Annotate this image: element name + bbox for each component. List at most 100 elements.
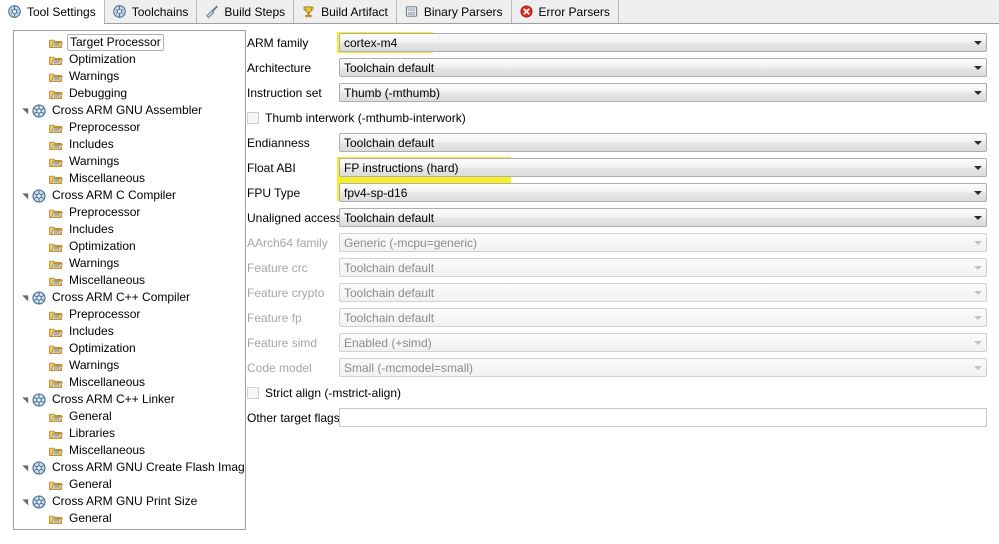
tree-item-includes[interactable]: Includes: [14, 136, 245, 153]
chevron-down-icon[interactable]: [969, 159, 986, 176]
settings-page-icon: [49, 481, 63, 490]
toolchains-icon: [112, 5, 126, 18]
form-row-aarch64-family: AArch64 family Generic (-mcpu=generic): [247, 230, 987, 255]
dropdown-architecture[interactable]: Toolchain default: [339, 58, 987, 77]
tree-item-label: Cross ARM GNU Print Size: [52, 494, 198, 508]
tab-toolchains[interactable]: Toolchains: [104, 0, 198, 23]
tree-item-miscellaneous[interactable]: Miscellaneous: [14, 442, 245, 459]
field-label-feature-crc: Feature crc: [247, 260, 308, 275]
tree-item-label: Includes: [69, 222, 114, 236]
dropdown-value: Thumb (-mthumb): [344, 85, 441, 100]
tree-item-miscellaneous[interactable]: Miscellaneous: [14, 272, 245, 289]
dropdown-endianness[interactable]: Toolchain default: [339, 133, 987, 152]
tree-item-general[interactable]: General: [14, 408, 245, 425]
checkbox-row-strict-align[interactable]: Strict align (-mstrict-align): [247, 380, 987, 405]
expand-arrow-icon[interactable]: [20, 187, 31, 204]
dropdown-value: Generic (-mcpu=generic): [344, 235, 478, 250]
toolchain-icon: [32, 103, 46, 118]
form-row-architecture: Architecture Toolchain default: [247, 55, 987, 80]
tab-label: Binary Parsers: [423, 4, 503, 19]
tab-label: Build Steps: [224, 4, 286, 19]
tree-item-cross-arm-c-linker[interactable]: Cross ARM C++ Linker: [14, 391, 245, 408]
chevron-down-icon[interactable]: [969, 209, 986, 226]
dropdown-instruction-set[interactable]: Thumb (-mthumb): [339, 83, 987, 102]
tree-item-includes[interactable]: Includes: [14, 221, 245, 238]
tree-item-warnings[interactable]: Warnings: [14, 357, 245, 374]
tree-item-target-processor[interactable]: Target Processor: [14, 33, 245, 51]
tree-item-warnings[interactable]: Warnings: [14, 255, 245, 272]
tree-item-miscellaneous[interactable]: Miscellaneous: [14, 170, 245, 187]
tree-item-warnings[interactable]: Warnings: [14, 153, 245, 170]
tree-item-preprocessor[interactable]: Preprocessor: [14, 204, 245, 221]
field-label-instruction-set: Instruction set: [247, 85, 322, 100]
dropdown-value: Toolchain default: [344, 260, 435, 275]
tree-item-libraries[interactable]: Libraries: [14, 425, 245, 442]
chevron-down-icon[interactable]: [969, 184, 986, 201]
chevron-down-icon: [969, 359, 986, 376]
settings-page-icon: [49, 515, 63, 524]
chevron-down-icon[interactable]: [969, 84, 986, 101]
tree-item-preprocessor[interactable]: Preprocessor: [14, 306, 245, 323]
dropdown-value: Toolchain default: [344, 310, 435, 325]
tree-item-debugging[interactable]: Debugging: [14, 85, 245, 102]
toolchain-icon: [32, 392, 46, 407]
chevron-down-icon[interactable]: [969, 59, 986, 76]
text-input-other-target-flags[interactable]: [339, 408, 987, 427]
settings-page-icon: [49, 345, 63, 354]
expand-arrow-icon[interactable]: [20, 459, 31, 476]
tree-item-warnings[interactable]: Warnings: [14, 68, 245, 85]
form-row-code-model: Code model Small (-mcmodel=small): [247, 355, 987, 380]
tree-item-cross-arm-gnu-print-size[interactable]: Cross ARM GNU Print Size: [14, 493, 245, 510]
tree-item-general[interactable]: General: [14, 510, 245, 527]
expand-arrow-icon[interactable]: [20, 289, 31, 306]
settings-tree[interactable]: Target Processor Optimization Warnings Debu…: [14, 31, 245, 527]
dropdown-arm-family[interactable]: cortex-m4: [339, 33, 987, 52]
tree-item-label: Warnings: [69, 154, 120, 168]
expand-arrow-icon[interactable]: [20, 102, 31, 119]
dropdown-unaligned-access[interactable]: Toolchain default: [339, 208, 987, 227]
expand-arrow-icon[interactable]: [20, 493, 31, 510]
tab-label: Build Artifact: [321, 4, 388, 19]
tree-item-cross-arm-c-compiler[interactable]: Cross ARM C++ Compiler: [14, 289, 245, 306]
field-control-float-abi: FP instructions (hard): [339, 158, 987, 177]
settings-page-icon: [49, 413, 63, 422]
error-parsers-icon: [519, 5, 533, 18]
dropdown-float-abi[interactable]: FP instructions (hard): [339, 158, 987, 177]
form-row-float-abi: Float ABI FP instructions (hard): [247, 155, 987, 180]
tab-binary-parsers[interactable]: 010 Binary Parsers: [396, 0, 512, 23]
tree-item-cross-arm-gnu-create-flash-image[interactable]: Cross ARM GNU Create Flash Image: [14, 459, 245, 476]
dropdown-fpu-type[interactable]: fpv4-sp-d16: [339, 183, 987, 202]
checkbox-thumb-interwork[interactable]: [247, 111, 259, 124]
tree-item-cross-arm-c-compiler[interactable]: Cross ARM C Compiler: [14, 187, 245, 204]
dropdown-value: cortex-m4: [344, 35, 398, 50]
tree-item-optimization[interactable]: Optimization: [14, 340, 245, 357]
chevron-down-icon: [969, 284, 986, 301]
dropdown-value: Enabled (+simd): [344, 335, 432, 350]
tree-item-label: Miscellaneous: [69, 171, 146, 185]
chevron-down-icon: [969, 334, 986, 351]
tab-build-artifact[interactable]: Build Artifact: [294, 0, 397, 23]
checkbox-strict-align[interactable]: [247, 386, 259, 399]
toolchain-icon: [32, 460, 46, 475]
dropdown-feature-simd: Enabled (+simd): [339, 333, 987, 352]
chevron-down-icon[interactable]: [969, 134, 986, 151]
tree-item-optimization[interactable]: Optimization: [14, 238, 245, 255]
checkbox-row-thumb-interwork[interactable]: Thumb interwork (-mthumb-interwork): [247, 105, 987, 130]
tree-item-optimization[interactable]: Optimization: [14, 51, 245, 68]
settings-page-icon: [49, 362, 63, 371]
tab-error-parsers[interactable]: Error Parsers: [511, 0, 619, 23]
tree-item-general[interactable]: General: [14, 476, 245, 493]
tree-item-miscellaneous[interactable]: Miscellaneous: [14, 374, 245, 391]
tab-tool-settings[interactable]: Tool Settings: [0, 0, 105, 24]
tree-item-cross-arm-gnu-assembler[interactable]: Cross ARM GNU Assembler: [14, 102, 245, 119]
settings-tree-panel[interactable]: Target Processor Optimization Warnings Debu…: [13, 30, 246, 530]
field-control-other-target-flags: [339, 408, 987, 427]
tree-item-includes[interactable]: Includes: [14, 323, 245, 340]
tree-item-preprocessor[interactable]: Preprocessor: [14, 119, 245, 136]
expand-arrow-icon[interactable]: [20, 391, 31, 408]
tab-build-steps[interactable]: Build Steps: [197, 0, 295, 23]
chevron-down-icon[interactable]: [969, 34, 986, 51]
